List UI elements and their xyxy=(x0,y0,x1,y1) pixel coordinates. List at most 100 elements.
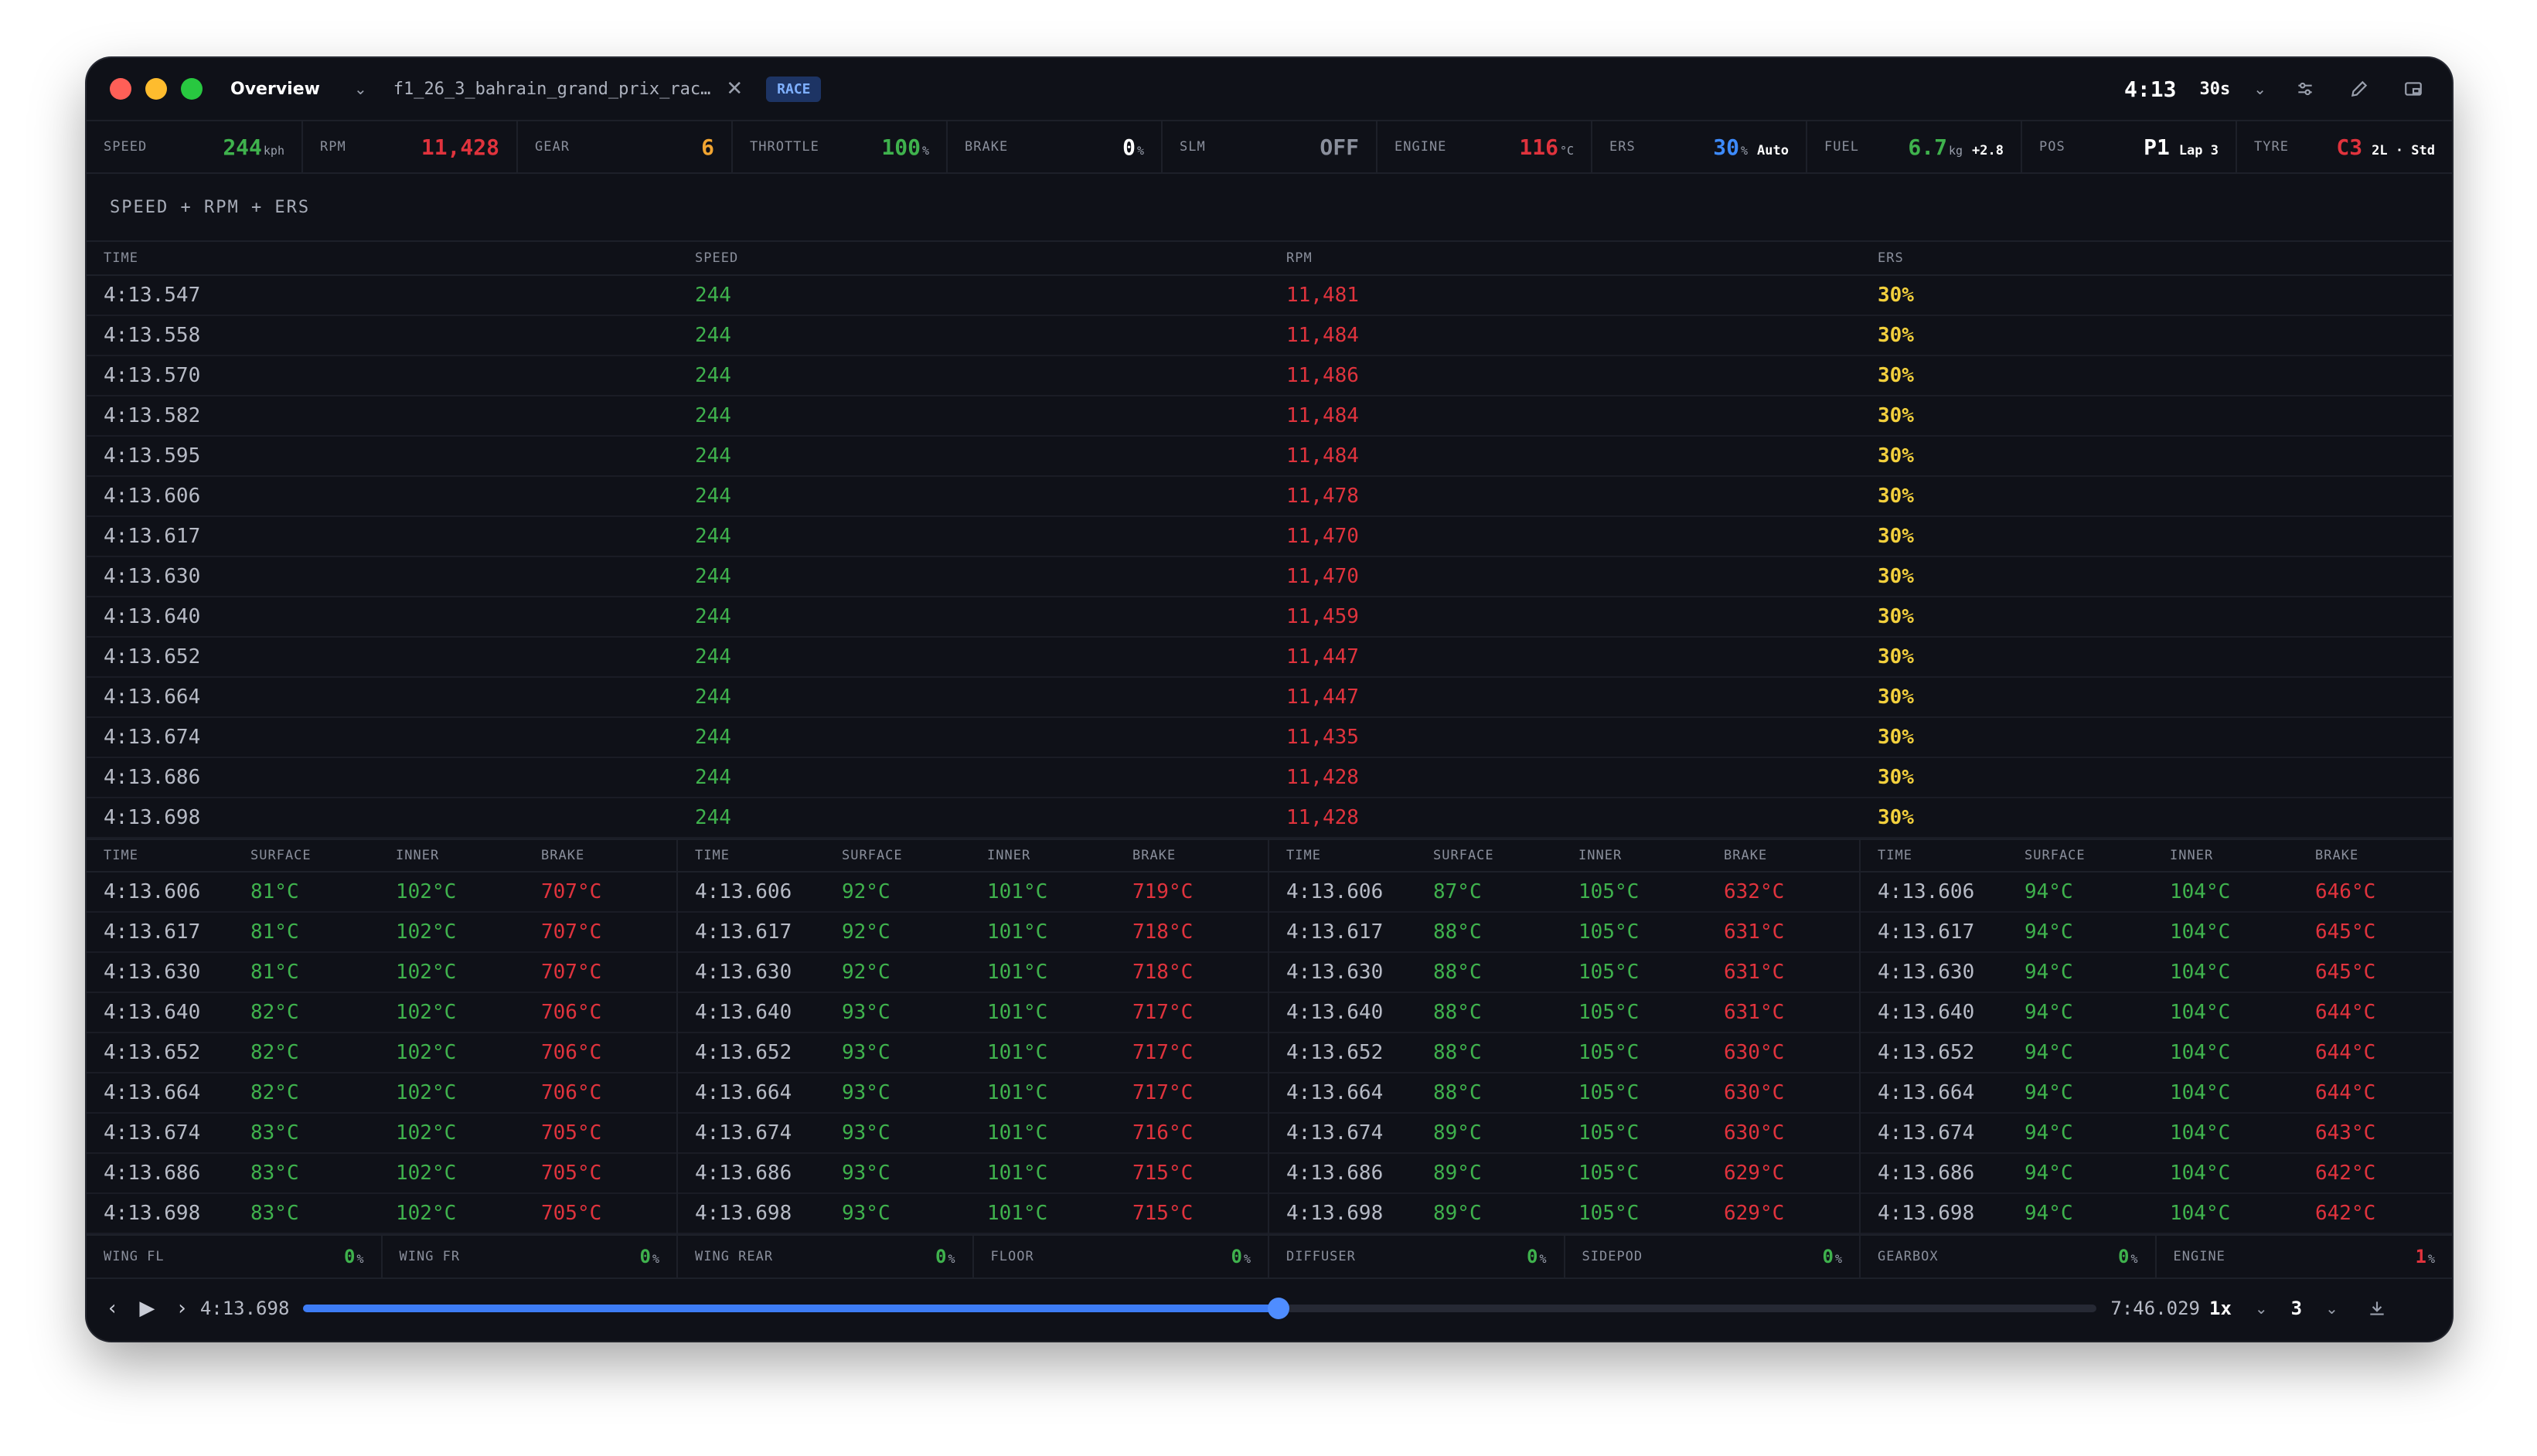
cell-brake-temp: 706°C xyxy=(541,1041,602,1064)
table-row: 4:13.630 94°C 104°C 645°C xyxy=(1861,953,2452,993)
cell-time: 4:13.617 xyxy=(695,920,792,944)
file-tab-name[interactable]: f1_26_3_bahrain_grand_prix_rac… xyxy=(393,80,711,99)
cell-inner-temp: 105°C xyxy=(1578,1001,1640,1024)
table-row: 4:13.698 244 11,428 30% xyxy=(87,798,2452,839)
cell-brake-temp: 642°C xyxy=(2315,1202,2376,1225)
step-back-button[interactable]: ‹ xyxy=(108,1297,116,1320)
cell-speed: 244 xyxy=(695,726,731,749)
cell-rpm: 11,484 xyxy=(1286,444,1359,468)
playback-scrubber[interactable] xyxy=(303,1298,2097,1319)
table-row: 4:13.698 94°C 104°C 642°C xyxy=(1861,1194,2452,1234)
session-clock: 4:13 xyxy=(2124,76,2177,102)
table-row: 4:13.606 244 11,478 30% xyxy=(87,477,2452,517)
cell-time: 4:13.698 xyxy=(695,1202,792,1225)
stat-label: THROTTLE xyxy=(750,139,819,155)
speed-rpm-ers-table: TIME SPEED RPM ERS 4:13.547 244 11,481 30% 4… xyxy=(87,242,2452,839)
cell-time: 4:13.606 xyxy=(1286,880,1384,903)
position-value: P1 xyxy=(2144,134,2170,160)
step-forward-button[interactable]: › xyxy=(178,1297,186,1320)
cell-inner-temp: 105°C xyxy=(1578,1202,1640,1225)
cell-ers: 30% xyxy=(1878,605,1914,628)
table-row: 4:13.640 82°C 102°C 706°C xyxy=(87,993,676,1033)
damage-label: WING FR xyxy=(399,1249,461,1264)
cell-inner-temp: 102°C xyxy=(396,1202,457,1225)
close-icon[interactable]: ✕ xyxy=(726,77,743,100)
cell-brake-temp: 717°C xyxy=(1132,1041,1194,1064)
stat-pos: POS P1 Lap 3 xyxy=(2022,121,2237,172)
close-window-button[interactable] xyxy=(110,78,131,100)
cell-brake-temp: 643°C xyxy=(2315,1121,2376,1145)
cell-surface-temp: 82°C xyxy=(250,1081,299,1104)
tyre-block-2: TIME SURFACE INNER BRAKE 4:13.606 92°C 101°C 71… xyxy=(678,839,1269,1234)
cell-surface-temp: 83°C xyxy=(250,1162,299,1185)
table-row: 4:13.617 94°C 104°C 645°C xyxy=(1861,913,2452,953)
cell-time: 4:13.664 xyxy=(1286,1081,1384,1104)
cell-inner-temp: 104°C xyxy=(2170,1162,2231,1185)
cell-brake-temp: 630°C xyxy=(1724,1081,1785,1104)
cell-speed: 244 xyxy=(695,685,731,709)
stat-label: GEAR xyxy=(535,139,570,155)
play-button[interactable]: ▶ xyxy=(139,1297,155,1320)
pencil-icon[interactable] xyxy=(2344,73,2375,104)
damage-item: SIDEPOD 0% xyxy=(1565,1236,1861,1277)
cell-surface-temp: 92°C xyxy=(842,920,891,944)
cell-time: 4:13.582 xyxy=(104,404,201,427)
time-window-selector[interactable]: 30s xyxy=(2199,80,2230,99)
chevron-down-icon[interactable]: ⌄ xyxy=(2255,1299,2268,1318)
table-row: 4:13.686 89°C 105°C 629°C xyxy=(1269,1154,1859,1194)
cell-surface-temp: 94°C xyxy=(2024,1121,2073,1145)
cell-ers: 30% xyxy=(1878,284,1914,307)
cell-time: 4:13.640 xyxy=(1286,1001,1384,1024)
stat-brake: BRAKE 0% xyxy=(948,121,1163,172)
cell-time: 4:13.652 xyxy=(104,645,201,668)
cell-brake-temp: 718°C xyxy=(1132,961,1194,984)
tyre-table-header: TIME SURFACE INNER BRAKE xyxy=(1861,839,2452,873)
cell-brake-temp: 642°C xyxy=(2315,1162,2376,1185)
minimize-window-button[interactable] xyxy=(145,78,167,100)
view-selector[interactable]: Overview xyxy=(230,80,320,99)
tyre-table-header: TIME SURFACE INNER BRAKE xyxy=(1269,839,1859,873)
download-icon[interactable] xyxy=(2362,1293,2392,1324)
engine-temp-unit: °C xyxy=(1559,143,1574,158)
tyre-block-4: TIME SURFACE INNER BRAKE 4:13.606 94°C 104°C 64… xyxy=(1861,839,2452,1234)
cell-surface-temp: 94°C xyxy=(2024,920,2073,944)
sliders-icon[interactable] xyxy=(2290,73,2321,104)
cell-surface-temp: 83°C xyxy=(250,1121,299,1145)
column-header: INNER xyxy=(987,848,1031,863)
maximize-window-button[interactable] xyxy=(181,78,203,100)
chevron-down-icon[interactable]: ⌄ xyxy=(2253,80,2266,98)
cell-time: 4:13.698 xyxy=(1878,1202,1975,1225)
cell-surface-temp: 94°C xyxy=(2024,880,2073,903)
tyre-table-header: TIME SURFACE INNER BRAKE xyxy=(87,839,676,873)
cell-brake-temp: 719°C xyxy=(1132,880,1194,903)
cell-inner-temp: 102°C xyxy=(396,1041,457,1064)
chevron-down-icon[interactable]: ⌄ xyxy=(354,80,367,98)
cell-inner-temp: 101°C xyxy=(987,961,1048,984)
cell-surface-temp: 93°C xyxy=(842,1121,891,1145)
cell-surface-temp: 94°C xyxy=(2024,1081,2073,1104)
cell-time: 4:13.606 xyxy=(695,880,792,903)
cell-brake-temp: 717°C xyxy=(1132,1001,1194,1024)
chevron-down-icon[interactable]: ⌄ xyxy=(2325,1299,2338,1318)
cell-surface-temp: 94°C xyxy=(2024,1202,2073,1225)
cell-time: 4:13.674 xyxy=(1878,1121,1975,1145)
cell-brake-temp: 644°C xyxy=(2315,1081,2376,1104)
cell-inner-temp: 105°C xyxy=(1578,961,1640,984)
cell-rpm: 11,470 xyxy=(1286,565,1359,588)
cell-inner-temp: 102°C xyxy=(396,1121,457,1145)
cell-time: 4:13.617 xyxy=(104,525,201,548)
cell-surface-temp: 83°C xyxy=(250,1202,299,1225)
damage-item: DIFFUSER 0% xyxy=(1269,1236,1565,1277)
damage-unit: % xyxy=(356,1252,364,1266)
cell-speed: 244 xyxy=(695,605,731,628)
cell-brake-temp: 645°C xyxy=(2315,920,2376,944)
lap-selector[interactable]: 3 xyxy=(2291,1298,2302,1319)
table-row: 4:13.652 94°C 104°C 644°C xyxy=(1861,1033,2452,1073)
picture-in-picture-icon[interactable] xyxy=(2398,73,2429,104)
cell-inner-temp: 104°C xyxy=(2170,1202,2231,1225)
scrubber-handle[interactable] xyxy=(1267,1298,1289,1319)
tyre-compound-value: C3 xyxy=(2336,134,2363,160)
column-header: BRAKE xyxy=(1132,848,1177,863)
playback-speed-selector[interactable]: 1x xyxy=(2209,1298,2232,1319)
current-time: 4:13.698 xyxy=(199,1298,290,1319)
